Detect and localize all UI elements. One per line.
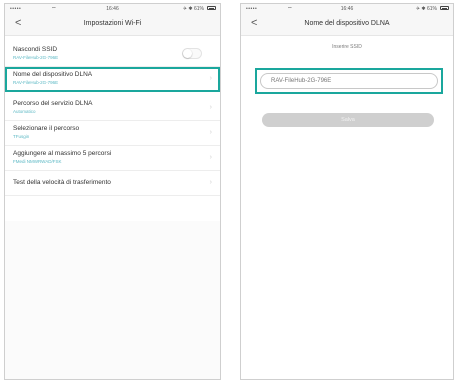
row-hide-ssid[interactable]: Nascondi SSID RAV-FileHub-2G-796E [5,42,220,67]
field-caption: Inserire SSID [332,44,362,50]
row-transfer-speed-test[interactable]: Test della velocità di trasferimento › [5,171,220,196]
status-bar: ••••• ⌔ 16:46 ✈ ✱ 61% [5,4,220,14]
battery-icon [440,6,449,10]
save-button[interactable]: Salva [262,113,434,127]
right-phone-screen: ••••• ⌔ 16:46 ✈ ✱ 61% < Nome del disposi… [240,3,454,380]
chevron-right-icon: › [209,154,212,161]
device-name-highlight [255,68,443,94]
battery-icon [207,6,216,10]
navigation-bar: < Impostazioni Wi-Fi [5,14,220,36]
navigation-bar: < Nome del dispositivo DLNA [241,14,453,36]
page-title: Impostazioni Wi-Fi [83,20,142,27]
row-label: Nome del dispositivo DLNA [13,71,93,78]
row-select-path[interactable]: Selezionare il percorso TFusgin › [5,121,220,146]
chevron-right-icon: › [209,75,212,82]
chevron-right-icon: › [209,179,212,186]
row-add-paths[interactable]: Aggiungere al massimo 5 percorsi FMedi N… [5,146,220,171]
row-label: Test della velocità di trasferimento [13,179,111,186]
hide-ssid-toggle[interactable] [182,48,202,59]
status-indicators: ✈ ✱ 61% [182,6,204,12]
chevron-right-icon: › [209,129,212,136]
row-dlna-path[interactable]: Percorso del servizio DLNA Automatico › [5,96,220,121]
row-subtitle: TFusgin [13,134,30,139]
chevron-right-icon: › [209,104,212,111]
status-bar: ••••• ⌔ 16:46 ✈ ✱ 61% [241,4,453,14]
page-title: Nome del dispositivo DLNA [304,20,390,27]
row-subtitle: RAV-FileHub-2G-796E [13,80,59,85]
row-subtitle: Automatico [13,109,36,114]
row-label: Selezionare il percorso [13,125,80,132]
device-name-input[interactable] [260,73,438,89]
row-subtitle: FMedi NMWRWAD/FSK [13,159,62,164]
row-dlna-device-name[interactable]: Nome del dispositivo DLNA RAV-FileHub-2G… [5,67,220,92]
left-phone-screen: ••••• ⌔ 16:46 ✈ ✱ 61% < Impostazioni Wi-… [4,3,221,380]
row-label: Percorso del servizio DLNA [13,100,93,107]
status-indicators: ✈ ✱ 61% [415,6,437,12]
settings-list: Nascondi SSID RAV-FileHub-2G-796E Nome d… [5,42,220,196]
empty-area [5,221,220,379]
row-label: Aggiungere al massimo 5 percorsi [13,150,112,157]
